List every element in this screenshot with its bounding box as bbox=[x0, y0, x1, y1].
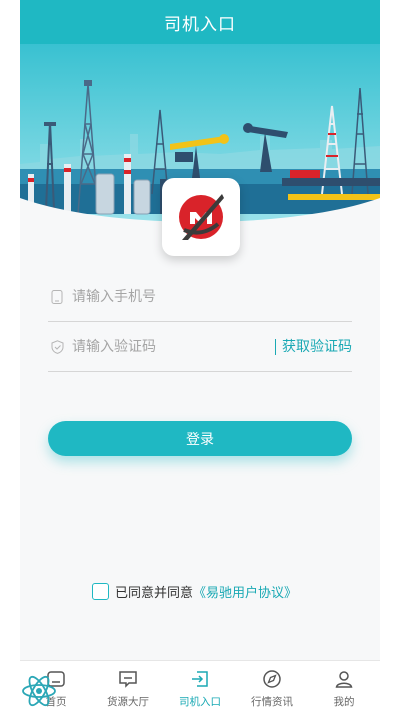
tab-label: 我的 bbox=[333, 696, 355, 708]
driver-entry-icon bbox=[192, 671, 208, 687]
tab-label: 司机入口 bbox=[179, 696, 221, 708]
tab-mine[interactable]: 我的 bbox=[308, 661, 380, 710]
tab-label: 行情资讯 bbox=[251, 696, 293, 708]
react-icon[interactable] bbox=[20, 672, 58, 710]
login-button[interactable]: 登录 bbox=[48, 421, 352, 456]
shield-icon bbox=[50, 339, 64, 354]
phone-icon bbox=[50, 289, 64, 304]
nav-bar: 司机入口 bbox=[20, 0, 380, 44]
user-agreement-link[interactable]: 《易驰用户协议》 bbox=[193, 582, 297, 601]
app-screen: 司机入口 请输入手机号 请输入验证码 获取验证码 登录 已同意并同意 《易驰用户… bbox=[20, 0, 380, 710]
bottom-tab-bar: 首页 货源大厅 司机入口 行情资讯 我的 bbox=[20, 660, 380, 710]
brand-logo-icon bbox=[179, 194, 224, 240]
agreement-checkbox[interactable] bbox=[92, 583, 109, 600]
phone-field bbox=[48, 272, 352, 322]
page-title: 司机入口 bbox=[164, 14, 236, 35]
agreement-text: 已同意并同意 bbox=[115, 586, 194, 601]
tab-market-news[interactable]: 行情资讯 bbox=[236, 661, 308, 710]
login-form: 获取验证码 bbox=[48, 272, 352, 372]
phone-input[interactable] bbox=[72, 281, 352, 312]
cargo-icon bbox=[119, 671, 137, 688]
tab-cargo-hall[interactable]: 货源大厅 bbox=[92, 661, 164, 710]
code-field: 获取验证码 bbox=[48, 322, 352, 372]
user-icon bbox=[335, 671, 353, 688]
get-code-button[interactable]: 获取验证码 bbox=[275, 338, 352, 355]
compass-icon bbox=[263, 670, 281, 688]
tab-driver-entry[interactable]: 司机入口 bbox=[164, 661, 236, 710]
app-logo bbox=[162, 178, 240, 256]
tab-label: 货源大厅 bbox=[107, 696, 149, 708]
agreement-row: 已同意并同意 《易驰用户协议》 bbox=[92, 582, 297, 601]
verification-code-input[interactable] bbox=[72, 331, 275, 362]
